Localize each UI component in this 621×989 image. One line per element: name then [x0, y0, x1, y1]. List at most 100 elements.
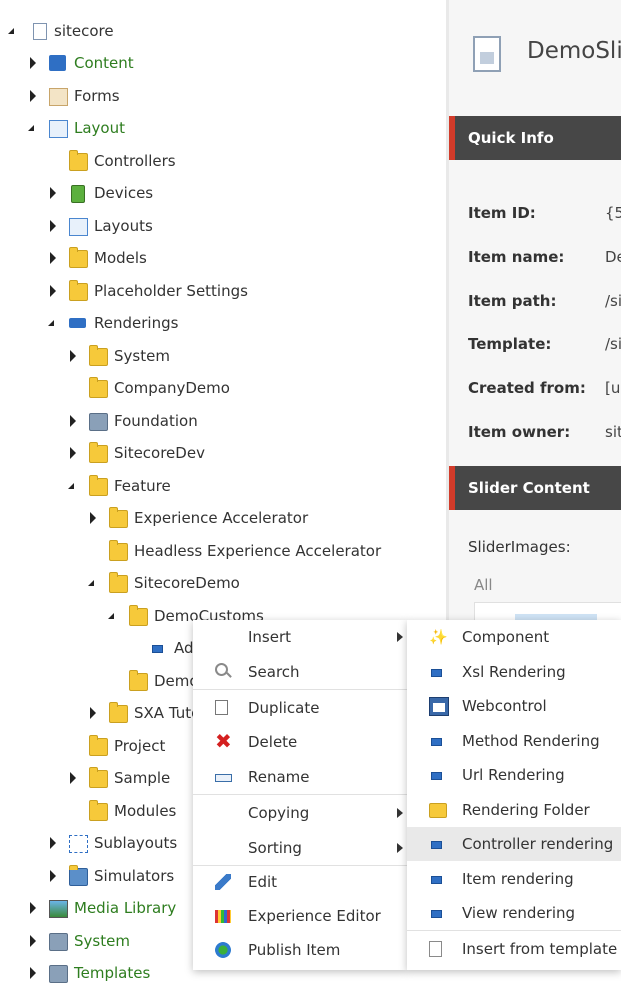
- expand-toggle[interactable]: [47, 860, 59, 892]
- expand-toggle[interactable]: [67, 437, 79, 469]
- rename-icon: [215, 774, 232, 782]
- menu-item-label: Delete: [248, 733, 298, 751]
- quick-info-header[interactable]: Quick Info: [449, 116, 621, 160]
- submenu-arrow-icon: [397, 632, 403, 642]
- menu-item-copying[interactable]: Copying: [193, 796, 407, 830]
- menu-item-publish-item[interactable]: Publish Item: [193, 933, 407, 967]
- tree-node-label: Placeholder Settings: [94, 282, 248, 300]
- submenu-item-controller-rendering[interactable]: Controller rendering: [407, 827, 621, 861]
- rendering-icon: [431, 669, 442, 677]
- search-icon: [215, 663, 228, 676]
- submenu-item-url-rendering[interactable]: Url Rendering: [407, 758, 621, 792]
- field-value-item-owner: sit: [605, 423, 621, 441]
- expand-toggle[interactable]: [27, 80, 39, 112]
- submenu-item-insert-from-template[interactable]: Insert from template: [407, 932, 621, 966]
- menu-separator: [193, 689, 407, 690]
- submenu-item-item-rendering[interactable]: Item rendering: [407, 862, 621, 896]
- collapse-toggle[interactable]: [26, 112, 38, 144]
- tree-node-label: Ad: [174, 639, 194, 657]
- menu-item-label: Duplicate: [248, 699, 320, 717]
- menu-item-label: Copying: [248, 804, 310, 822]
- section-title: Quick Info: [468, 129, 554, 147]
- expand-toggle[interactable]: [87, 697, 99, 729]
- expand-toggle[interactable]: [27, 892, 39, 924]
- folder-icon: [69, 247, 88, 268]
- expand-toggle[interactable]: [67, 340, 79, 372]
- submenu-item-component[interactable]: ✨ Component: [407, 620, 621, 654]
- section-title: Slider Content: [468, 479, 590, 497]
- tree-node-label: Project: [114, 737, 166, 755]
- field-value-item-id: {5: [605, 204, 621, 222]
- menu-item-edit[interactable]: Edit: [193, 865, 407, 899]
- media-library-icon: [49, 900, 68, 918]
- menu-item-sorting[interactable]: Sorting: [193, 831, 407, 865]
- rendering-icon: [431, 772, 442, 780]
- expand-toggle[interactable]: [47, 177, 59, 209]
- expand-toggle[interactable]: [27, 957, 39, 989]
- collapse-toggle[interactable]: [86, 567, 98, 599]
- folder-icon: [109, 507, 128, 528]
- menu-item-delete[interactable]: ✖ Delete: [193, 725, 407, 759]
- folder-icon: [429, 803, 447, 818]
- tree-node-label: SXA Tuto: [134, 704, 201, 722]
- submenu-item-webcontrol[interactable]: Webcontrol: [407, 689, 621, 723]
- content-cubes-icon: [49, 55, 66, 71]
- menu-separator: [407, 930, 621, 931]
- rendering-icon: [431, 841, 442, 849]
- tree-node-label: Experience Accelerator: [134, 509, 309, 527]
- expand-toggle[interactable]: [87, 502, 99, 534]
- tree-node-label: Media Library: [74, 899, 177, 917]
- document-icon: [33, 23, 47, 40]
- menu-item-label: Search: [248, 663, 300, 681]
- templates-icon: [49, 965, 68, 983]
- collapse-toggle[interactable]: [46, 307, 58, 339]
- rendering-icon: [431, 738, 442, 746]
- webcontrol-icon: [429, 697, 449, 716]
- delete-icon: ✖: [215, 729, 232, 753]
- field-label-item-owner: Item owner:: [468, 423, 571, 441]
- menu-item-duplicate[interactable]: Duplicate: [193, 691, 407, 725]
- submenu-item-xsl-rendering[interactable]: Xsl Rendering: [407, 655, 621, 689]
- document-icon: [473, 36, 501, 72]
- collapse-toggle[interactable]: [66, 470, 78, 502]
- collapse-toggle[interactable]: [6, 15, 18, 47]
- field-label-item-path: Item path:: [468, 292, 557, 310]
- expand-toggle[interactable]: [47, 827, 59, 859]
- folder-icon: [89, 377, 108, 398]
- layouts-windows-icon: [69, 218, 88, 236]
- folder-feature-icon: [89, 475, 108, 496]
- slider-content-header[interactable]: Slider Content: [449, 466, 621, 510]
- expand-toggle[interactable]: [67, 762, 79, 794]
- system-icon: [49, 933, 68, 951]
- expand-toggle[interactable]: [47, 210, 59, 242]
- device-icon: [71, 185, 85, 203]
- submenu-item-method-rendering[interactable]: Method Rendering: [407, 724, 621, 758]
- tree-node-label: sitecore: [54, 22, 114, 40]
- tree-node-label: Sample: [114, 769, 171, 787]
- expand-toggle[interactable]: [47, 275, 59, 307]
- menu-item-label: Method Rendering: [462, 732, 600, 750]
- tree-node-label: Foundation: [114, 412, 198, 430]
- menu-item-label: Component: [462, 628, 550, 646]
- rendering-icon: [431, 910, 442, 918]
- expand-toggle[interactable]: [27, 47, 39, 79]
- publish-globe-icon: [215, 942, 231, 958]
- submenu-item-view-rendering[interactable]: View rendering: [407, 896, 621, 930]
- expand-toggle[interactable]: [27, 925, 39, 957]
- field-value-item-name: De: [605, 248, 621, 266]
- menu-item-label: Edit: [248, 873, 278, 891]
- menu-item-rename[interactable]: Rename: [193, 760, 407, 794]
- menu-item-experience-editor[interactable]: Experience Editor: [193, 899, 407, 933]
- collapse-toggle[interactable]: [106, 600, 118, 632]
- submenu-item-rendering-folder[interactable]: Rendering Folder: [407, 793, 621, 827]
- field-value-created-from: [u: [605, 379, 621, 397]
- rendering-icon: [431, 876, 442, 884]
- folder-icon: [69, 280, 88, 301]
- menu-item-search[interactable]: Search: [193, 655, 407, 689]
- edit-pencil-icon: [215, 874, 231, 890]
- tree-node-label: Renderings: [94, 314, 179, 332]
- menu-item-label: Insert from template: [462, 940, 618, 958]
- expand-toggle[interactable]: [67, 405, 79, 437]
- expand-toggle[interactable]: [47, 242, 59, 274]
- menu-item-insert[interactable]: Insert: [193, 620, 407, 654]
